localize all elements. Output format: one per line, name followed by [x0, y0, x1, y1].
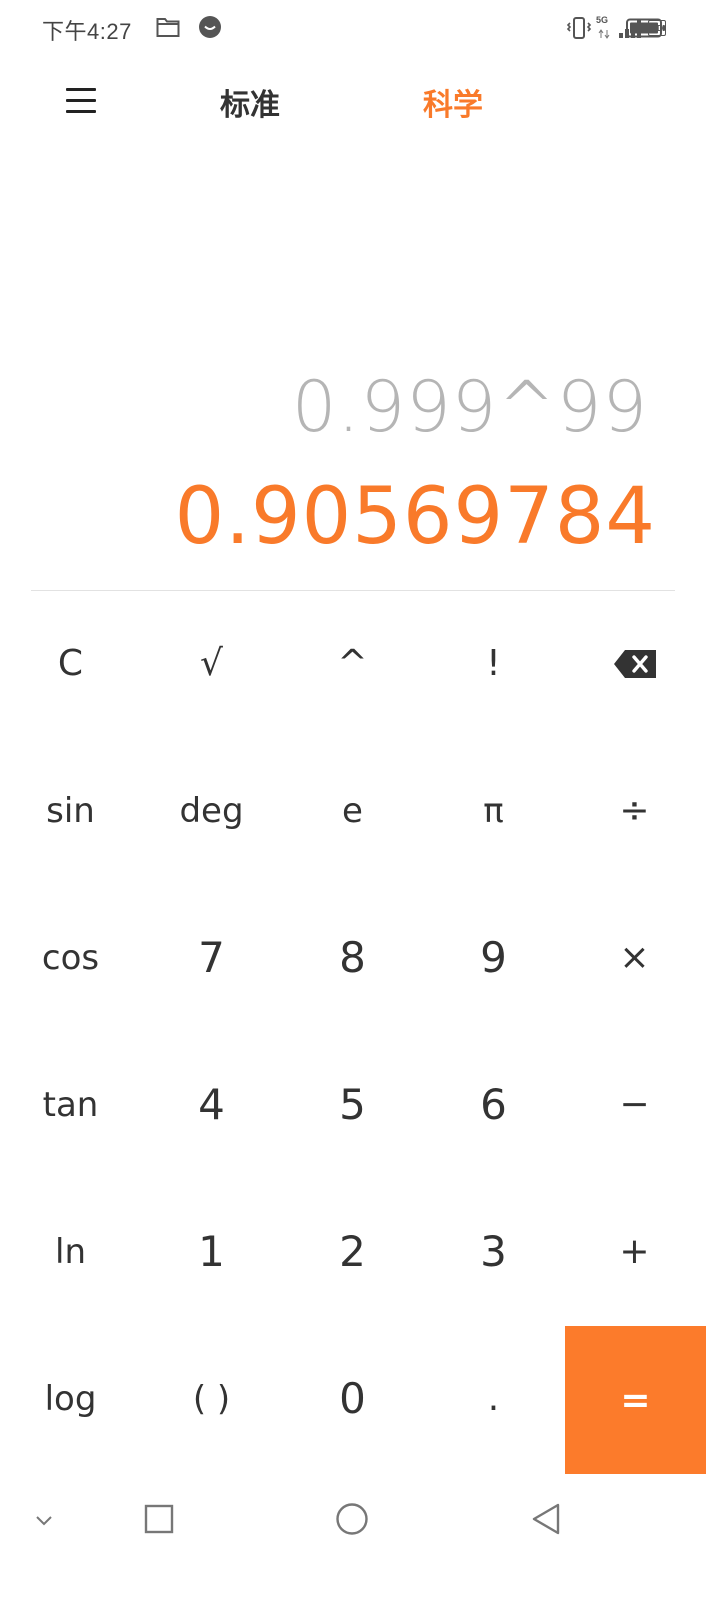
key-factorial[interactable]: !: [423, 590, 564, 737]
key-parentheses[interactable]: ( ): [141, 1325, 282, 1472]
menu-icon-line-3: [66, 110, 96, 113]
key-sin[interactable]: sin: [0, 737, 141, 884]
tab-science[interactable]: 科学: [423, 80, 483, 124]
network-type: 5G: [596, 15, 614, 41]
key-2[interactable]: 2: [282, 1178, 423, 1325]
key-log[interactable]: log: [0, 1325, 141, 1472]
back-triangle-icon[interactable]: [530, 1502, 562, 1536]
key-pi[interactable]: π: [423, 737, 564, 884]
message-bubble-icon: [199, 16, 221, 38]
key-plus[interactable]: +: [564, 1178, 705, 1325]
key-sqrt[interactable]: √: [141, 590, 282, 737]
key-deg[interactable]: deg: [141, 737, 282, 884]
chevron-down-icon[interactable]: [34, 1514, 54, 1528]
backspace-icon: [613, 649, 656, 678]
network-label: 5G: [596, 15, 609, 25]
key-backspace[interactable]: [564, 590, 705, 737]
menu-icon-line-1: [66, 88, 96, 91]
folder-icon: [156, 18, 180, 37]
expression-display: 0.999^99: [291, 366, 648, 448]
data-arrows-icon: [598, 29, 610, 39]
key-0[interactable]: 0: [282, 1325, 423, 1472]
key-ln[interactable]: ln: [0, 1178, 141, 1325]
key-e[interactable]: e: [282, 737, 423, 884]
home-circle-icon[interactable]: [335, 1502, 369, 1536]
key-multiply[interactable]: ×: [564, 884, 705, 1031]
recent-square-icon[interactable]: [144, 1504, 174, 1534]
navigation-bar: [0, 1480, 720, 1600]
key-decimal[interactable]: .: [423, 1325, 564, 1472]
key-cos[interactable]: cos: [0, 884, 141, 1031]
key-7[interactable]: 7: [141, 884, 282, 1031]
key-tan[interactable]: tan: [0, 1031, 141, 1178]
key-power[interactable]: ^: [282, 590, 423, 737]
menu-icon-line-2: [66, 99, 96, 102]
status-time: 下午4:27: [42, 19, 132, 44]
menu-button[interactable]: [62, 84, 102, 118]
vibrate-icon: [566, 17, 592, 39]
header: 标准 科学: [0, 60, 720, 144]
status-bar: 下午4:27 5G HD: [0, 0, 720, 56]
key-6[interactable]: 6: [423, 1031, 564, 1178]
key-minus[interactable]: −: [564, 1031, 705, 1178]
key-9[interactable]: 9: [423, 884, 564, 1031]
key-8[interactable]: 8: [282, 884, 423, 1031]
key-clear[interactable]: C: [0, 590, 141, 737]
key-5[interactable]: 5: [282, 1031, 423, 1178]
key-equals[interactable]: =: [565, 1326, 706, 1474]
key-3[interactable]: 3: [423, 1178, 564, 1325]
key-divide[interactable]: ÷: [564, 737, 705, 884]
key-4[interactable]: 4: [141, 1031, 282, 1178]
key-1[interactable]: 1: [141, 1178, 282, 1325]
tab-standard[interactable]: 标准: [220, 80, 280, 124]
battery-icon: [626, 18, 665, 38]
result-display: 0.90569784: [174, 472, 656, 562]
